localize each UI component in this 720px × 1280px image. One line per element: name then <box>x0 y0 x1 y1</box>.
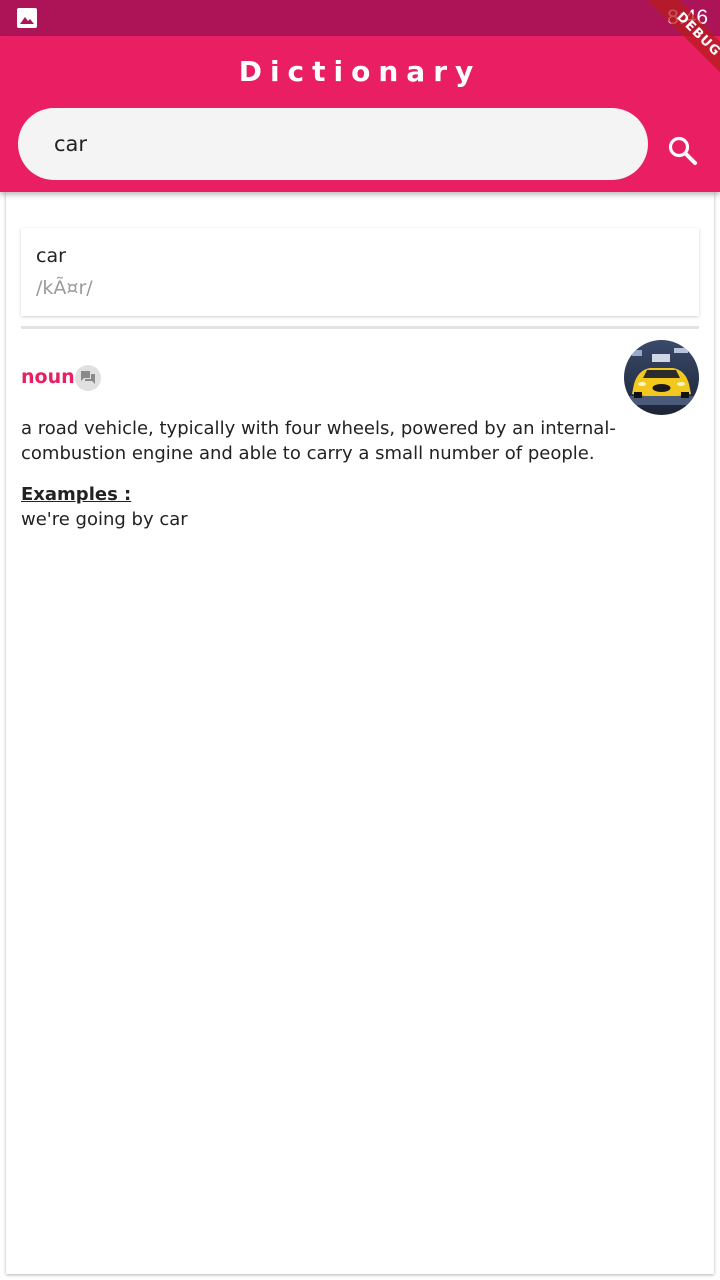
forum-icon[interactable] <box>75 365 101 391</box>
word-image <box>624 340 699 415</box>
search-button[interactable] <box>660 130 708 178</box>
word-phonetic: /kÃ¤r/ <box>36 277 93 299</box>
status-bar: 8:46 <box>0 0 720 36</box>
word-card: car /kÃ¤r/ <box>21 228 699 316</box>
word-title: car <box>36 245 66 267</box>
search-icon <box>668 136 697 165</box>
examples-label: Examples : <box>21 484 132 505</box>
status-time: 8:46 <box>667 6 708 29</box>
app-bar: Dictionary <box>0 36 720 192</box>
car-thumbnail <box>624 340 699 415</box>
definition: a road vehicle, typically with four whee… <box>21 418 616 464</box>
example-text: we're going by car <box>21 509 188 530</box>
part-of-speech: noun <box>21 366 75 388</box>
app-title: Dictionary <box>238 55 482 88</box>
image-icon <box>16 7 38 29</box>
results-panel: car /kÃ¤r/ noun a road vehicle, typicall… <box>6 192 714 1274</box>
divider <box>21 326 699 329</box>
search-input[interactable] <box>18 108 648 180</box>
